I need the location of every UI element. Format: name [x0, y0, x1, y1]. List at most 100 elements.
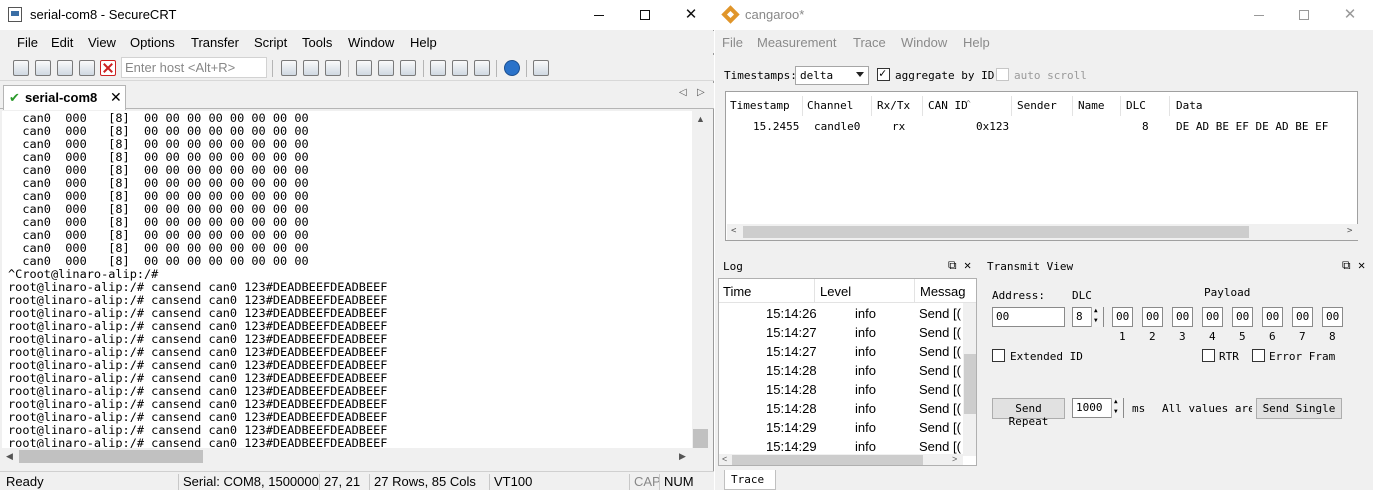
column-dlc[interactable]: DLC — [1126, 99, 1146, 112]
scroll-right-icon[interactable]: ▶ — [679, 451, 686, 462]
repeat-interval-spinbox[interactable]: 1000 — [1072, 398, 1124, 418]
rtr-checkbox[interactable] — [1202, 349, 1215, 362]
scroll-right-icon[interactable]: > — [952, 454, 957, 464]
list-item[interactable]: 15:14:27 info Send [( — [719, 342, 963, 361]
list-item[interactable]: 15:14:28 info Send [( — [719, 380, 963, 399]
scroll-left-icon[interactable]: < — [722, 454, 727, 464]
trace-horizontal-scrollbar[interactable]: < > — [727, 224, 1358, 240]
payload-byte-1[interactable]: 00 — [1112, 307, 1133, 327]
log-horizontal-scrollbar[interactable]: < > — [719, 454, 963, 465]
aggregate-checkbox[interactable] — [877, 66, 890, 81]
tab-scroll-right-icon[interactable]: ▷ — [697, 87, 705, 98]
payload-byte-4[interactable]: 00 — [1202, 307, 1223, 327]
maximize-button[interactable] — [1281, 0, 1327, 30]
dlc-spinbox[interactable]: 8 — [1072, 307, 1104, 327]
print-setup-icon[interactable] — [400, 60, 416, 76]
disconnect-icon[interactable] — [100, 60, 116, 76]
minimize-button[interactable] — [576, 0, 622, 30]
payload-byte-5[interactable]: 00 — [1232, 307, 1253, 327]
tab-serial-com8[interactable]: ✔ serial-com8 ✕ — [3, 85, 126, 110]
scroll-thumb[interactable] — [743, 226, 1249, 238]
spin-arrows-icon[interactable] — [1091, 307, 1103, 327]
scroll-thumb[interactable] — [693, 429, 708, 448]
close-icon[interactable]: ✕ — [964, 258, 971, 272]
list-item[interactable]: 15:14:29 info Send [( — [719, 418, 963, 437]
menu-transfer[interactable]: Transfer — [191, 35, 239, 50]
column-name[interactable]: Name — [1078, 99, 1105, 112]
menu-help[interactable]: Help — [410, 35, 437, 50]
find-icon[interactable] — [325, 60, 341, 76]
menu-options[interactable]: Options — [130, 35, 175, 50]
column-sender[interactable]: Sender — [1017, 99, 1057, 112]
column-message[interactable]: Messag — [920, 284, 966, 299]
session-options-icon[interactable] — [430, 60, 446, 76]
menu-view[interactable]: View — [88, 35, 116, 50]
menu-window[interactable]: Window — [901, 35, 947, 50]
minimize-button[interactable] — [1236, 0, 1282, 30]
tab-close-icon[interactable]: ✕ — [110, 89, 122, 106]
payload-byte-7[interactable]: 00 — [1292, 307, 1313, 327]
address-input[interactable]: 00 — [992, 307, 1065, 327]
reconnect-icon[interactable] — [79, 60, 95, 76]
error-frame-checkbox[interactable] — [1252, 349, 1265, 362]
column-can-id[interactable]: CAN ID — [928, 99, 968, 112]
close-button[interactable]: ✕ — [668, 0, 714, 30]
sftp-icon[interactable] — [533, 60, 549, 76]
menu-measurement[interactable]: Measurement — [757, 35, 836, 50]
menu-help[interactable]: Help — [963, 35, 990, 50]
payload-byte-3[interactable]: 00 — [1172, 307, 1193, 327]
list-item[interactable]: 15:14:27 info Send [( — [719, 323, 963, 342]
print-selection-icon[interactable] — [378, 60, 394, 76]
tab-trace[interactable]: Trace — [724, 470, 776, 490]
extended-id-checkbox[interactable] — [992, 349, 1005, 362]
payload-byte-8[interactable]: 00 — [1322, 307, 1343, 327]
list-item[interactable]: 15:14:28 info Send [( — [719, 361, 963, 380]
column-level[interactable]: Level — [820, 284, 851, 299]
menu-window[interactable]: Window — [348, 35, 394, 50]
scroll-right-icon[interactable]: > — [1347, 226, 1352, 236]
autoscroll-checkbox[interactable] — [996, 68, 1009, 81]
scroll-thumb[interactable] — [19, 450, 203, 463]
menu-tools[interactable]: Tools — [302, 35, 332, 50]
menu-trace[interactable]: Trace — [853, 35, 886, 50]
column-data[interactable]: Data — [1176, 99, 1203, 112]
menu-file[interactable]: File — [722, 35, 743, 50]
menu-edit[interactable]: Edit — [51, 35, 73, 50]
float-icon[interactable]: ⧉ — [1342, 258, 1351, 273]
table-row[interactable]: 15.2455 candle0 rx 0x123 8 DE AD BE EF D… — [726, 118, 1357, 134]
print-icon[interactable] — [356, 60, 372, 76]
send-single-button[interactable]: Send Single — [1256, 398, 1342, 419]
list-item[interactable]: 15:14:28 info Send [( — [719, 399, 963, 418]
timestamps-select[interactable]: delta — [795, 66, 869, 85]
menu-file[interactable]: File — [17, 35, 38, 50]
float-icon[interactable]: ⧉ — [948, 258, 957, 273]
send-repeat-button[interactable]: Send Repeat — [992, 398, 1065, 428]
scroll-thumb[interactable] — [964, 354, 976, 414]
close-button[interactable]: ✕ — [1327, 0, 1373, 30]
connect-tab-icon[interactable] — [57, 60, 73, 76]
column-channel[interactable]: Channel — [807, 99, 853, 112]
quick-connect-icon[interactable] — [35, 60, 51, 76]
payload-byte-6[interactable]: 00 — [1262, 307, 1283, 327]
scroll-left-icon[interactable]: ◀ — [6, 451, 13, 462]
paste-icon[interactable] — [303, 60, 319, 76]
maximize-button[interactable] — [622, 0, 668, 30]
close-icon[interactable]: ✕ — [1358, 258, 1365, 272]
column-time[interactable]: Time — [723, 284, 751, 299]
payload-byte-2[interactable]: 00 — [1142, 307, 1163, 327]
column-rxtx[interactable]: Rx/Tx — [877, 99, 910, 112]
log-vertical-scrollbar[interactable] — [963, 303, 976, 456]
terminal-vertical-scrollbar[interactable]: ▲ — [692, 111, 709, 465]
keymap-icon[interactable] — [474, 60, 490, 76]
menu-script[interactable]: Script — [254, 35, 287, 50]
global-options-icon[interactable] — [452, 60, 468, 76]
column-timestamp[interactable]: Timestamp — [730, 99, 790, 112]
host-input[interactable]: Enter host <Alt+R> — [121, 57, 267, 78]
help-icon[interactable] — [504, 60, 520, 76]
copy-icon[interactable] — [281, 60, 297, 76]
scroll-up-icon[interactable]: ▲ — [696, 114, 705, 124]
list-item[interactable]: 15:14:26 info Send [( — [719, 304, 963, 323]
terminal-view[interactable]: can0 000 [8] 00 00 00 00 00 00 00 00 can… — [2, 111, 692, 465]
connect-icon[interactable] — [13, 60, 29, 76]
tab-scroll-left-icon[interactable]: ◁ — [679, 87, 687, 98]
